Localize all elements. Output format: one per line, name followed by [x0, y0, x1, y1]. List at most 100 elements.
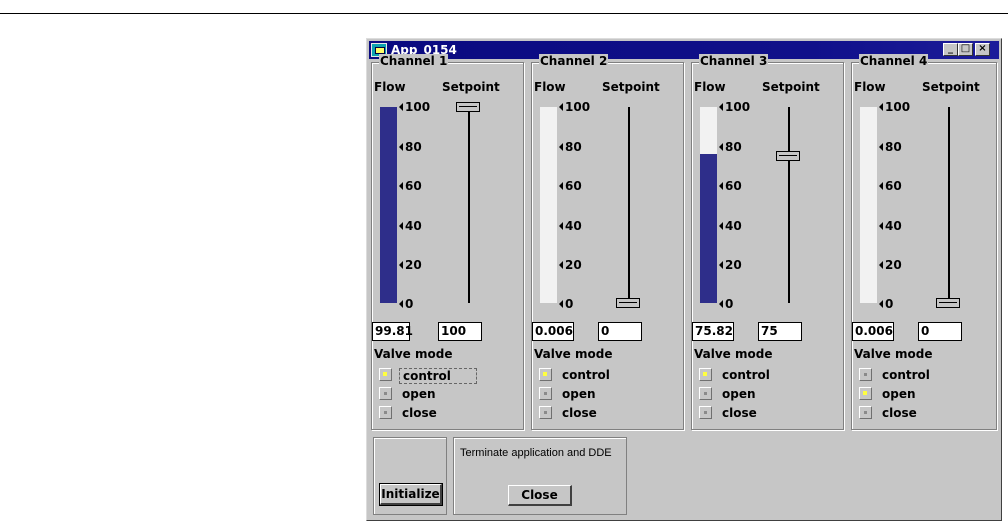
radio-indicator[interactable] — [539, 406, 552, 419]
setpoint-input[interactable]: 75 — [758, 322, 802, 341]
channel-title: Channel 1 — [379, 54, 449, 68]
tick-label: 0 — [399, 297, 413, 311]
valve-mode-label: Valve mode — [374, 347, 453, 361]
tick-label: 0 — [719, 297, 733, 311]
radio-label[interactable]: close — [879, 406, 920, 420]
radio-indicator[interactable] — [379, 406, 392, 419]
tick-label: 100 — [559, 100, 590, 114]
setpoint-slider-track[interactable] — [628, 107, 630, 303]
tick-label: 80 — [399, 140, 422, 154]
tick-label: 20 — [719, 258, 742, 272]
channel-2-group: Channel 2 Flow Setpoint 100 80 60 40 20 … — [531, 54, 684, 430]
flow-bar — [380, 107, 397, 303]
setpoint-input[interactable]: 100 — [438, 322, 482, 341]
radio-indicator[interactable] — [859, 368, 872, 381]
radio-label[interactable]: open — [559, 387, 599, 401]
flow-label: Flow — [694, 80, 726, 94]
valve-mode-label: Valve mode — [854, 347, 933, 361]
terminate-frame: Terminate application and DDE Close — [453, 437, 627, 515]
setpoint-slider-track[interactable] — [948, 107, 950, 303]
radio-indicator[interactable] — [539, 368, 552, 381]
radio-indicator[interactable] — [699, 406, 712, 419]
channel-title: Channel 2 — [539, 54, 609, 68]
tick-label: 40 — [879, 219, 902, 233]
radio-indicator[interactable] — [379, 368, 392, 381]
setpoint-slider-track[interactable] — [468, 107, 470, 303]
tick-label: 40 — [399, 219, 422, 233]
tick-label: 20 — [559, 258, 582, 272]
tick-label: 100 — [719, 100, 750, 114]
valve-mode-label: Valve mode — [534, 347, 613, 361]
setpoint-slider-thumb[interactable] — [616, 298, 640, 308]
radio-indicator[interactable] — [699, 387, 712, 400]
flow-label: Flow — [374, 80, 406, 94]
flow-value-field: 75.82 — [692, 322, 734, 341]
radio-indicator[interactable] — [859, 387, 872, 400]
flow-bar-fill — [700, 154, 717, 303]
valve-mode-label: Valve mode — [694, 347, 773, 361]
setpoint-slider-thumb[interactable] — [456, 102, 480, 112]
setpoint-input[interactable]: 0 — [918, 322, 962, 341]
maximize-button[interactable]: □ — [958, 43, 973, 56]
radio-indicator[interactable] — [539, 387, 552, 400]
tick-label: 100 — [879, 100, 910, 114]
setpoint-label: Setpoint — [602, 80, 660, 94]
top-divider-line — [0, 13, 1008, 14]
tick-label: 20 — [879, 258, 902, 272]
close-button[interactable]: Close — [508, 485, 572, 506]
radio-label[interactable]: control — [719, 368, 773, 382]
setpoint-label: Setpoint — [922, 80, 980, 94]
channel-3-group: Channel 3 Flow Setpoint 100 80 60 40 20 … — [691, 54, 844, 430]
tick-label: 40 — [559, 219, 582, 233]
flow-bar — [860, 107, 877, 303]
radio-label[interactable]: open — [399, 387, 439, 401]
channel-title: Channel 4 — [859, 54, 929, 68]
tick-label: 100 — [399, 100, 430, 114]
radio-indicator[interactable] — [859, 406, 872, 419]
flow-label: Flow — [534, 80, 566, 94]
tick-label: 0 — [879, 297, 893, 311]
tick-label: 80 — [719, 140, 742, 154]
initialize-frame: Initialize — [373, 437, 447, 515]
close-window-button[interactable]: × — [975, 43, 990, 56]
channel-4-group: Channel 4 Flow Setpoint 100 80 60 40 20 … — [851, 54, 997, 430]
setpoint-label: Setpoint — [442, 80, 500, 94]
tick-label: 0 — [559, 297, 573, 311]
initialize-button[interactable]: Initialize — [379, 483, 443, 506]
radio-label[interactable]: open — [879, 387, 919, 401]
minimize-button[interactable]: _ — [943, 43, 958, 56]
flow-bar-fill — [380, 107, 397, 303]
flow-bar — [700, 107, 717, 303]
tick-label: 60 — [879, 179, 902, 193]
setpoint-label: Setpoint — [762, 80, 820, 94]
tick-label: 80 — [879, 140, 902, 154]
radio-indicator[interactable] — [379, 387, 392, 400]
radio-label[interactable]: control — [879, 368, 933, 382]
radio-label[interactable]: close — [559, 406, 600, 420]
setpoint-input[interactable]: 0 — [598, 322, 642, 341]
tick-label: 60 — [719, 179, 742, 193]
flow-value-field: 99.81 — [372, 322, 413, 341]
app-window: App_0154 _ □ × Channel 1 Flow Setpoint 1… — [366, 38, 1002, 521]
radio-indicator[interactable] — [699, 368, 712, 381]
radio-label[interactable]: close — [719, 406, 760, 420]
tick-label: 40 — [719, 219, 742, 233]
tick-label: 80 — [559, 140, 582, 154]
radio-label[interactable]: close — [399, 406, 440, 420]
flow-value-field: 0.006 — [852, 322, 894, 341]
radio-label[interactable]: control — [399, 368, 477, 384]
setpoint-slider-thumb[interactable] — [776, 151, 800, 161]
flow-value-field: 0.006 — [532, 322, 574, 341]
radio-label[interactable]: control — [559, 368, 613, 382]
channel-1-group: Channel 1 Flow Setpoint 100 80 60 40 20 … — [371, 54, 524, 430]
radio-label[interactable]: open — [719, 387, 759, 401]
setpoint-slider-track[interactable] — [788, 107, 790, 303]
flow-bar — [540, 107, 557, 303]
tick-label: 20 — [399, 258, 422, 272]
setpoint-slider-thumb[interactable] — [936, 298, 960, 308]
tick-label: 60 — [559, 179, 582, 193]
channel-title: Channel 3 — [699, 54, 769, 68]
flow-label: Flow — [854, 80, 886, 94]
tick-label: 60 — [399, 179, 422, 193]
terminate-description: Terminate application and DDE — [460, 447, 612, 459]
